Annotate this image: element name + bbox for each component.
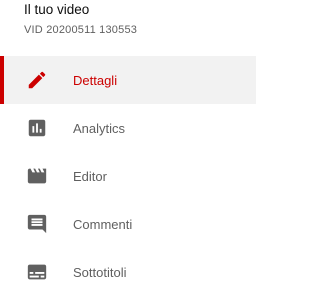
analytics-icon [25, 116, 49, 140]
sidebar-nav: Dettagli Analytics Editor Commenti Sotto… [0, 56, 256, 296]
nav-item-comments[interactable]: Commenti [0, 200, 256, 248]
nav-item-details[interactable]: Dettagli [0, 56, 256, 104]
nav-item-label: Commenti [73, 216, 133, 232]
nav-item-label: Sottotitoli [73, 264, 127, 280]
nav-item-label: Editor [73, 168, 107, 184]
pencil-icon [25, 68, 49, 92]
nav-item-label: Analytics [73, 120, 126, 136]
comment-icon [25, 212, 49, 236]
video-id: VID 20200511 130553 [24, 24, 138, 36]
nav-item-editor[interactable]: Editor [0, 152, 256, 200]
subtitles-icon [25, 260, 49, 284]
clapperboard-icon [25, 164, 49, 188]
video-title: Il tuo video [24, 2, 90, 17]
nav-item-subtitles[interactable]: Sottotitoli [0, 248, 256, 296]
nav-item-analytics[interactable]: Analytics [0, 104, 256, 152]
nav-item-label: Dettagli [73, 72, 118, 88]
